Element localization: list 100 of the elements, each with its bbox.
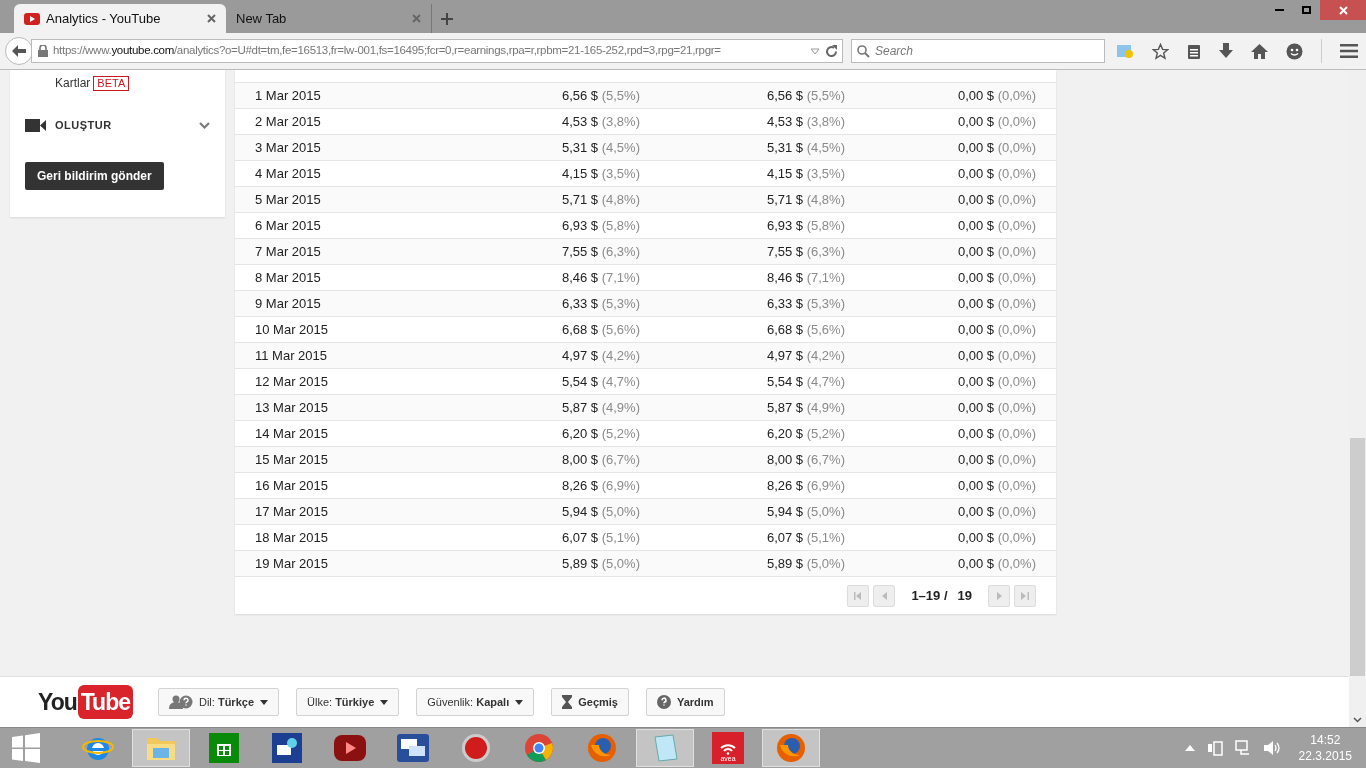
table-cell-text: 5 Mar 2015 <box>255 190 322 209</box>
tab-title: Analytics - YouTube <box>46 9 162 28</box>
table-cell-text: 6,56 $ (5,5%) <box>560 86 640 105</box>
table-cell-text: 6,07 $ (5,1%) <box>765 528 845 547</box>
play-icon <box>334 735 366 761</box>
back-arrow-icon <box>12 45 26 57</box>
download-icon[interactable] <box>1219 43 1233 59</box>
table-cell-text: 5,31 $ (4,5%) <box>560 138 640 157</box>
table-cell-text: 5,89 $ (5,0%) <box>765 554 845 573</box>
table-cell-text: 0,00 $ (0,0%) <box>956 268 1036 287</box>
sidebar-item[interactable]: Kartlar <box>55 74 91 92</box>
home-icon[interactable] <box>1251 43 1268 59</box>
new-tab-icon[interactable] <box>441 12 453 25</box>
table-cell-text: 10 Mar 2015 <box>255 320 329 339</box>
table-cell-text: 13 Mar 2015 <box>255 398 329 417</box>
chrome-icon <box>524 733 554 763</box>
table-cell-text: 4,15 $ (3,5%) <box>765 164 845 183</box>
back-button[interactable] <box>5 37 33 65</box>
table-cell-text: 0,00 $ (0,0%) <box>956 190 1036 209</box>
table-cell-text: 6,68 $ (5,6%) <box>560 320 640 339</box>
close-icon[interactable] <box>207 14 216 23</box>
table-cell-text: 8,46 $ (7,1%) <box>765 268 845 287</box>
last-page-button[interactable] <box>1014 584 1036 607</box>
first-page-icon <box>854 591 863 600</box>
table-cell-text: 2 Mar 2015 <box>255 112 322 131</box>
clipboard-list-icon[interactable] <box>1187 43 1201 59</box>
sidebar-section[interactable]: OLUŞTUR <box>25 117 225 134</box>
table-cell-text: 11 Mar 2015 <box>255 346 329 365</box>
table-cell-text: 5,87 $ (4,9%) <box>560 398 640 417</box>
dropdown-button[interactable]: Ülke: Türkiye <box>296 688 400 716</box>
search-input[interactable]: Search <box>875 42 1104 60</box>
hourglass-icon <box>562 695 573 709</box>
table-cell-text: 6,93 $ (5,8%) <box>765 216 845 235</box>
url-text: https://www.youtube.com/analytics?o=U#dt=tm,fe=16513,fr=lw-001,fs=16495;fcr=0,r=earnings,rpa=r,rpbm=21-165-252,rpd=3,rpg=21,rpgr= <box>53 43 722 59</box>
dropdown-button[interactable]: Güvenlik: Kapalı <box>416 688 535 716</box>
table-cell-text: 0,00 $ (0,0%) <box>956 242 1036 261</box>
table-cell-text: 8,46 $ (7,1%) <box>560 268 640 287</box>
search-icon <box>857 44 870 58</box>
dropdown-icon[interactable] <box>810 47 820 55</box>
table-cell-text: 8 Mar 2015 <box>255 268 322 287</box>
battery-plug-icon[interactable] <box>1206 740 1223 756</box>
table-cell-text: 7 Mar 2015 <box>255 242 322 261</box>
scroll-down-icon[interactable] <box>1353 717 1362 723</box>
scrollbar[interactable] <box>1349 70 1366 727</box>
people-help-icon <box>168 695 193 709</box>
next-page-button[interactable] <box>988 584 1010 607</box>
feedback-button[interactable]: Geri bildirim gönder <box>25 161 164 190</box>
previous-page-button[interactable] <box>873 584 896 607</box>
table-cell-text: 0,00 $ (0,0%) <box>956 294 1036 313</box>
speaker-icon[interactable] <box>1262 740 1281 756</box>
table-cell-text: 1 Mar 2015 <box>255 86 322 105</box>
tray-arrow-icon[interactable] <box>1184 745 1195 751</box>
network-icon[interactable] <box>1234 740 1251 756</box>
fox-globe-icon <box>776 733 806 763</box>
table-cell-text: 14 Mar 2015 <box>255 424 329 443</box>
fox-globe-icon <box>587 733 617 763</box>
close-icon <box>1338 5 1348 15</box>
table-cell-text: 18 Mar 2015 <box>255 528 329 547</box>
footer-button[interactable]: Yardım <box>645 688 725 716</box>
table-cell-text: 5,87 $ (4,9%) <box>765 398 845 417</box>
menu-icon[interactable] <box>1340 44 1358 58</box>
table-cell-text: 5,71 $ (4,8%) <box>765 190 845 209</box>
table-cell-text: 6,07 $ (5,1%) <box>560 528 640 547</box>
notepad-icon <box>651 733 679 763</box>
browser-tab[interactable]: Analytics - YouTube <box>14 4 226 33</box>
table-cell-text: 6,33 $ (5,3%) <box>765 294 845 313</box>
scrollbar-thumb[interactable] <box>1350 438 1365 676</box>
smiley-icon[interactable] <box>1286 42 1303 60</box>
table-cell-text: 0,00 $ (0,0%) <box>956 346 1036 365</box>
table-cell-text: 4,53 $ (3,8%) <box>560 112 640 131</box>
table-cell-text: 6,33 $ (5,3%) <box>560 294 640 313</box>
table-cell-text: 8,26 $ (6,9%) <box>560 476 640 495</box>
disc-icon <box>461 733 491 763</box>
dropdown-button[interactable]: Dil: Türkçe <box>157 688 279 716</box>
reload-icon[interactable] <box>825 44 838 58</box>
store-icon <box>209 733 239 763</box>
close-icon[interactable] <box>412 14 421 23</box>
taskbar-app[interactable] <box>762 729 820 767</box>
table-cell-text: 0,00 $ (0,0%) <box>956 320 1036 339</box>
first-page-button[interactable] <box>847 584 870 607</box>
search-field[interactable]: Search <box>851 39 1105 63</box>
table-cell-text: 12 Mar 2015 <box>255 372 329 391</box>
table-cell-text: 7,55 $ (6,3%) <box>560 242 640 261</box>
table-cell-text: 4,97 $ (4,2%) <box>765 346 845 365</box>
caret-icon <box>380 699 389 705</box>
video-camera-icon <box>25 118 46 132</box>
windows-start-icon[interactable] <box>11 733 41 763</box>
table-cell-text: 6,56 $ (5,5%) <box>765 86 845 105</box>
help-icon <box>656 695 671 709</box>
table-cell-text: 0,00 $ (0,0%) <box>956 86 1036 105</box>
footer-button[interactable]: Geçmiş <box>551 688 629 716</box>
table-cell-text: 0,00 $ (0,0%) <box>956 398 1036 417</box>
last-page-icon <box>1021 591 1029 600</box>
table-cell-text: 6,20 $ (5,2%) <box>765 424 845 443</box>
table-cell-text: 5,31 $ (4,5%) <box>765 138 845 157</box>
table-cell-text: 5,94 $ (5,0%) <box>560 502 640 521</box>
address-field[interactable]: https://www.youtube.com/analytics?o=U#dt=tm,fe=16513,fr=lw-001,fs=16495;fcr=0,r=earnings,rpa=r,rpbm=21-165-252,rpd=3,rpg=21,rpgr= <box>31 39 843 63</box>
bookmark-star-icon[interactable] <box>1152 42 1169 60</box>
table-cell-text: 19 Mar 2015 <box>255 554 329 573</box>
close-window-button[interactable] <box>1320 0 1366 20</box>
